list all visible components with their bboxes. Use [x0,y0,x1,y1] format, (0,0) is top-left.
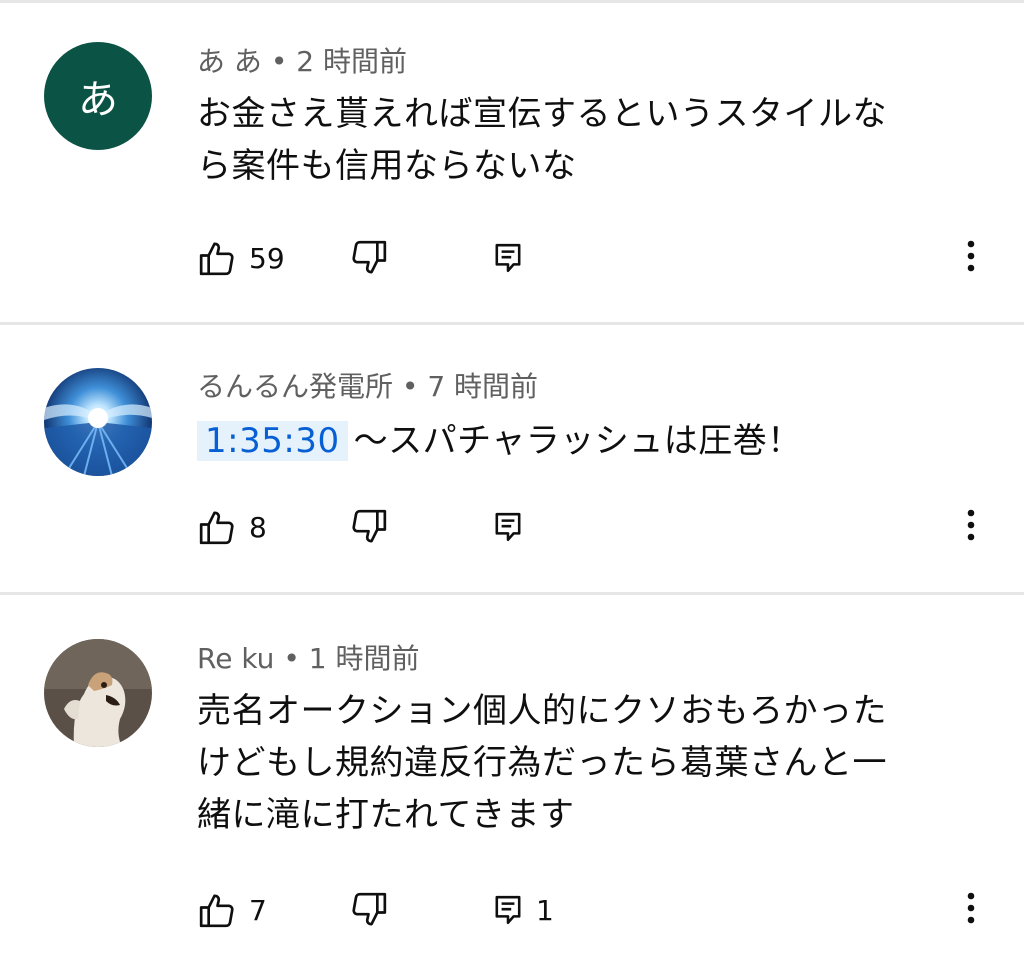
reply-button[interactable] [492,236,524,280]
comment-text-line: 緒に滝に打たれてきます [197,795,575,835]
like-button[interactable]: 8 [197,505,267,549]
thumb-down-icon [349,507,389,547]
comment-text-line: 売名オークション個人的にクソおもろかった [197,691,887,731]
meta-separator: • [401,370,419,403]
comment-text-line: ら案件も信用ならないな [197,146,577,186]
comment-text: お金さえ貰えれば宣伝するというスタイルな ら案件も信用ならないな [197,88,987,192]
avatar[interactable] [44,639,152,747]
comment-1: あ あ あ • 2 時間前 お金さえ貰えれば宣伝するというスタイルな ら案件も信… [0,0,1024,322]
comment-time[interactable]: 2 時間前 [296,45,407,78]
comment-text: 売名オークション個人的にクソおもろかった けどもし規約違反行為だったら葛葉さんと… [197,685,987,841]
reply-count: 1 [536,893,554,927]
comment-actions: 59 [197,236,1024,280]
meta-separator: • [270,45,288,78]
like-button[interactable]: 7 [197,888,267,932]
comment-text-line: 1:35:30 ～スパチャラッシュは圧巻！ [197,415,987,467]
comment-text-line: お金さえ貰えれば宣伝するというスタイルな [197,94,887,134]
author-name[interactable]: るんるん発電所 [197,370,393,403]
like-button[interactable]: 59 [197,236,285,280]
dislike-button[interactable] [349,888,389,932]
thumb-up-icon [197,238,237,278]
like-count: 8 [249,510,267,544]
comment-actions: 7 1 [197,888,1024,932]
like-count: 7 [249,893,267,927]
dislike-button[interactable] [349,505,389,549]
author-name[interactable]: あ あ [197,45,262,78]
more-vert-icon [967,508,975,546]
more-vert-icon [967,239,975,277]
comment-time[interactable]: 1 時間前 [309,642,420,675]
author-name[interactable]: Re ku [197,642,274,675]
comment-text-line: けどもし規約違反行為だったら葛葉さんと一 [197,743,887,783]
comment-actions: 8 [197,505,1024,549]
comment-meta: Re ku • 1 時間前 [197,641,419,677]
reply-button[interactable]: 1 [492,888,554,932]
comment-icon [492,238,524,278]
avatar[interactable] [44,368,152,476]
comment-2: るんるん発電所 • 7 時間前 1:35:30 ～スパチャラッシュは圧巻！ 8 [0,325,1024,592]
avatar[interactable]: あ [44,42,152,150]
meta-separator: • [283,642,300,675]
more-actions-button[interactable] [957,236,985,280]
thumb-up-icon [197,890,237,930]
thumb-up-icon [197,507,237,547]
comment-text: 1:35:30 ～スパチャラッシュは圧巻！ [197,415,987,467]
comment-icon [492,890,524,930]
thumb-down-icon [349,238,389,278]
comment-meta: あ あ • 2 時間前 [197,44,407,80]
more-actions-button[interactable] [957,505,985,549]
dislike-button[interactable] [349,236,389,280]
avatar-image [44,639,152,747]
timestamp-link[interactable]: 1:35:30 [197,421,348,461]
reply-button[interactable] [492,505,524,549]
comment-text-content: ～スパチャラッシュは圧巻！ [353,421,802,461]
more-actions-button[interactable] [957,888,985,932]
comment-time[interactable]: 7 時間前 [427,370,538,403]
thumb-down-icon [349,890,389,930]
avatar-image [44,368,152,476]
like-count: 59 [249,241,285,275]
comment-3: Re ku • 1 時間前 売名オークション個人的にクソおもろかった けどもし規… [0,595,1024,969]
more-vert-icon [967,891,975,929]
avatar-letter: あ [78,77,118,123]
comment-icon [492,507,524,547]
comment-meta: るんるん発電所 • 7 時間前 [197,369,538,405]
